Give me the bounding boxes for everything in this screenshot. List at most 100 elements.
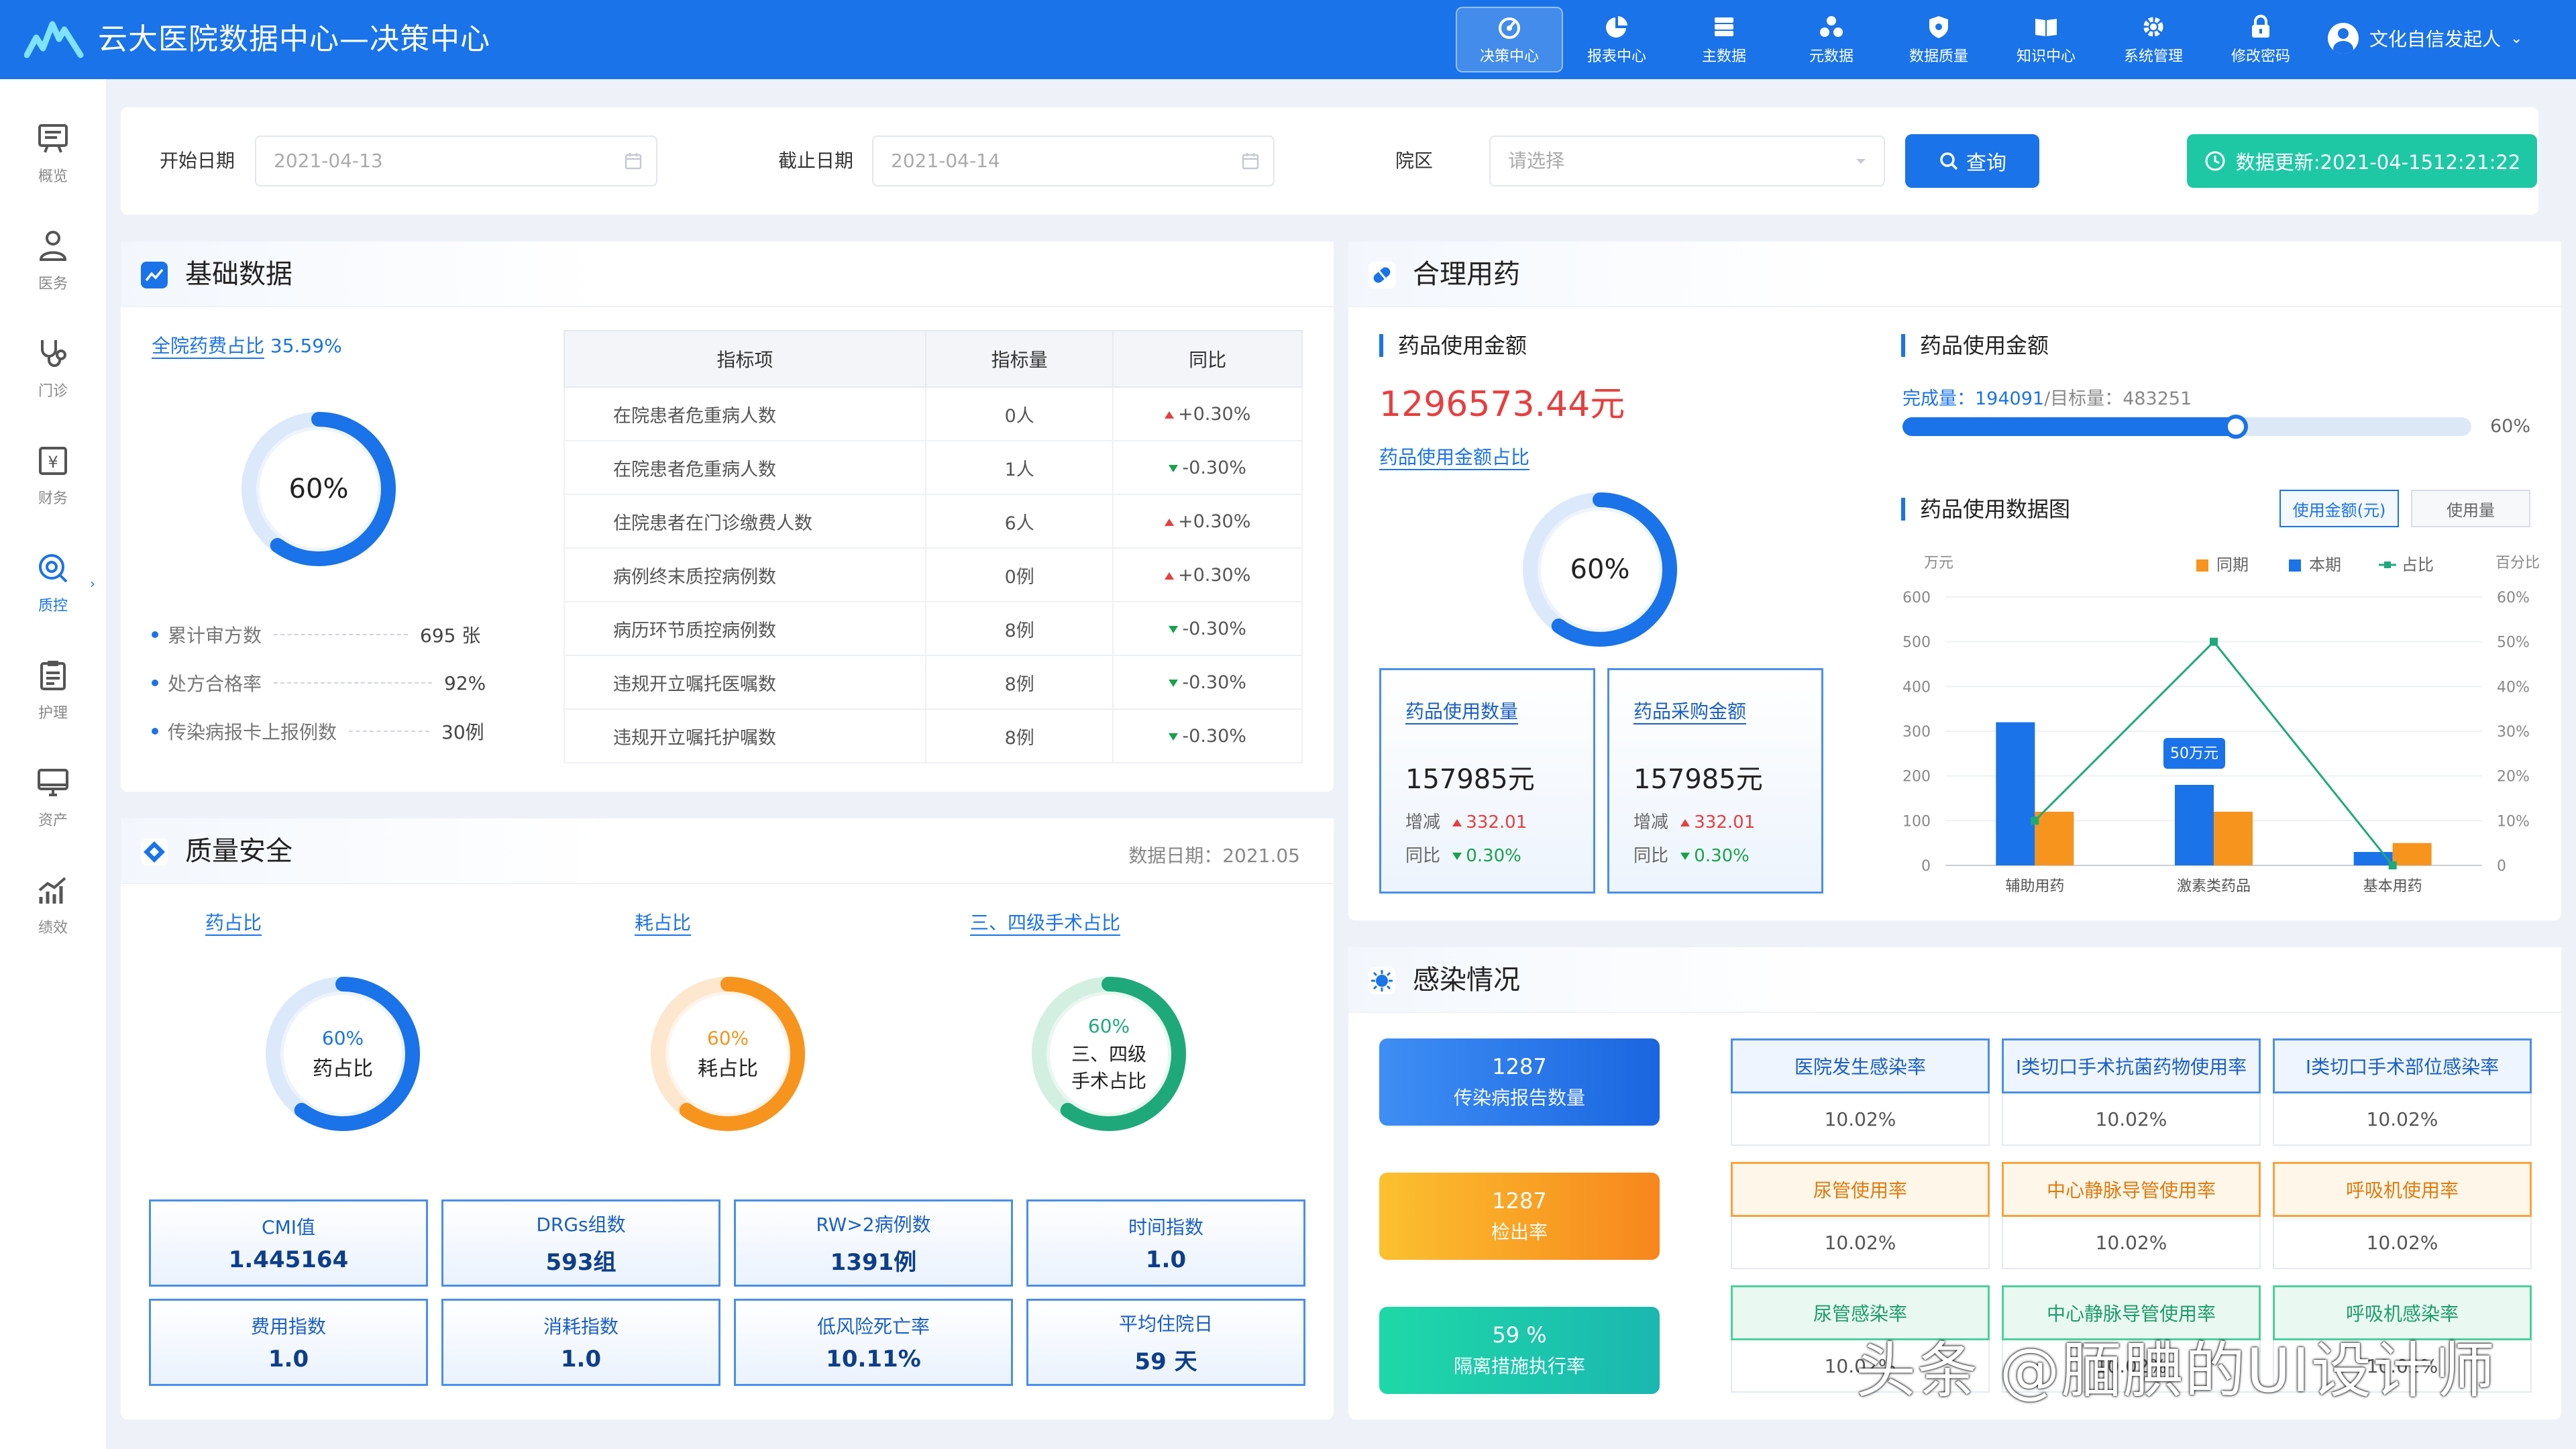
shield-icon	[1929, 16, 1948, 38]
donut-label: 三、四级	[1071, 1042, 1146, 1065]
query-button[interactable]: 查询	[1905, 134, 2039, 188]
bar-本期	[1996, 722, 2035, 865]
sidebar-item-label: 财务	[38, 490, 68, 507]
consumable-ratio-link[interactable]: 耗占比	[635, 908, 691, 935]
end-date-input[interactable]: 2021-04-14	[872, 136, 1275, 186]
metric-label: 低风险死亡率	[816, 1316, 930, 1338]
drug-amount-title: 药品使用金额	[1379, 334, 1527, 357]
indicator-yoy: -0.30%	[1112, 655, 1303, 710]
card-increase: 增减 332.01	[1405, 808, 1527, 833]
indicator-name: 住院患者在门诊缴费人数	[564, 494, 926, 549]
panel-header: 感染情况	[1348, 947, 2561, 1013]
y2-tick-label: 40%	[2497, 679, 2530, 696]
doctor-icon	[39, 231, 67, 261]
sidebar-item-quality-control[interactable]: 质控 ›	[0, 542, 106, 623]
metric-card: 消耗指数 1.0	[441, 1299, 720, 1386]
nav-metadata[interactable]: 元数据	[1778, 7, 1885, 72]
nav-knowledge-center[interactable]: 知识中心	[1992, 7, 2100, 72]
detection-rate-card: 1287 检出率	[1379, 1173, 1660, 1260]
y2-axis-label: 百分比	[2496, 555, 2540, 572]
svg-text:¥: ¥	[48, 453, 58, 472]
drug-amount-ratio-link[interactable]: 药品使用金额占比	[1379, 443, 1529, 470]
app-title: 云大医院数据中心—决策中心	[98, 22, 490, 56]
nav-decision-center[interactable]: 决策中心	[1456, 7, 1563, 72]
nav-report-center[interactable]: 报表中心	[1563, 7, 1670, 72]
x-tick-label: 辅助用药	[2005, 878, 2064, 895]
start-date-input[interactable]: 2021-04-13	[255, 136, 657, 186]
drug-quantity-card: 药品使用数量 157985元 增减 332.01 同比 0.30%	[1379, 668, 1595, 894]
drug-cost-ratio[interactable]: 全院药费占比 35.59%	[152, 331, 342, 358]
legend-swatch	[2289, 559, 2301, 572]
table-row: 违规开立嘱托护嘱数 8例 -0.30%	[564, 708, 1303, 763]
sidebar-item-overview[interactable]: 概览	[0, 113, 106, 193]
nav-system-management[interactable]: 系统管理	[2100, 7, 2207, 72]
column-header: 指标项	[564, 330, 926, 388]
progress-knob[interactable]	[2223, 415, 2248, 439]
nav-change-password[interactable]: 修改密码	[2207, 7, 2314, 72]
y2-tick-label: 50%	[2497, 635, 2530, 651]
indicator-value: 8例	[924, 601, 1114, 656]
nav-data-quality[interactable]: 数据质量	[1885, 7, 1992, 72]
nav-master-data[interactable]: 主数据	[1670, 7, 1778, 72]
sidebar-item-nursing[interactable]: 护理	[0, 649, 106, 730]
legend-label: 累计审方数	[168, 625, 262, 647]
top-nav: 决策中心 报表中心 主数据 元数据 数据质量 知识中心 系统管理 修改密码	[1456, 7, 2314, 72]
sidebar-item-finance[interactable]: ¥ 财务	[0, 435, 106, 515]
drug-ratio-donut: 60% 药占比	[259, 970, 427, 1138]
yoy-value: +0.30%	[1177, 564, 1251, 586]
drug-ratio-link[interactable]: 药占比	[205, 908, 262, 935]
metric-card: CMI值 1.445164	[149, 1199, 428, 1287]
line-point	[2210, 637, 2218, 646]
sidebar-item-label: 门诊	[38, 383, 68, 400]
top-bar: 云大医院数据中心—决策中心 决策中心 报表中心 主数据 元数据 数据质量 知识中…	[0, 0, 2576, 79]
infection-metric-value: 10.02%	[1731, 1093, 1990, 1146]
sidebar-item-medical[interactable]: 医务	[0, 220, 106, 301]
table-row: 违规开立嘱托医嘱数 8例 -0.30%	[564, 655, 1303, 710]
donut-label: 耗占比	[698, 1057, 758, 1081]
y-tick-label: 300	[1902, 724, 1931, 741]
stat-value: 1287	[1492, 1054, 1547, 1079]
x-tick-label: 激素类药品	[2177, 878, 2251, 895]
infection-metric-value: 10.02%	[2273, 1093, 2532, 1146]
card-title[interactable]: 药品使用数量	[1405, 697, 1518, 724]
campus-select[interactable]: 请选择	[1489, 136, 1885, 186]
panel-header: 基础数据	[121, 241, 1334, 307]
y2-tick-label: 30%	[2497, 724, 2530, 741]
sidebar-item-assets[interactable]: 资产	[0, 757, 106, 837]
donut-value: 60%	[321, 1026, 364, 1049]
nav-label: 决策中心	[1479, 48, 1539, 65]
campus-label: 院区	[1395, 150, 1434, 172]
indicator-value: 8例	[924, 655, 1114, 710]
drug-ratio-value: 35.59%	[270, 335, 342, 357]
metric-value: 10.11%	[826, 1346, 921, 1373]
user-menu[interactable]: 文化自信发起人 ⌄	[2328, 23, 2522, 54]
infection-metric: 呼吸机使用率 10.02%	[2273, 1162, 2532, 1269]
donut-value: 60%	[706, 1026, 749, 1049]
metric-card: RW>2病例数 1391例	[734, 1199, 1013, 1287]
surgery-ratio-link[interactable]: 三、四级手术占比	[970, 908, 1120, 935]
usage-quantity-tab[interactable]: 使用量	[2411, 490, 2530, 527]
donut-value: 60%	[1570, 554, 1630, 585]
virus-icon	[1368, 967, 1395, 994]
legend-label: 传染病报卡上报例数	[168, 721, 337, 743]
table-row: 病例终末质控病例数 0例 +0.30%	[564, 547, 1303, 602]
drug-ratio-donut: 60%	[235, 405, 402, 573]
card-title[interactable]: 药品采购金额	[1633, 697, 1746, 724]
sidebar-item-outpatient[interactable]: 门诊	[0, 327, 106, 408]
sidebar-item-performance[interactable]: 绩效	[0, 864, 106, 945]
legend-swatch	[2196, 559, 2208, 572]
usage-amount-tab[interactable]: 使用金额(元)	[2279, 490, 2399, 527]
indicator-value: 6人	[924, 494, 1114, 549]
monitor-icon	[38, 769, 68, 796]
metric-card: DRGs组数 593组	[441, 1199, 720, 1287]
sidebar-item-label: 质控	[38, 598, 68, 614]
infection-metric-label: Ⅰ类切口手术部位感染率	[2273, 1038, 2532, 1093]
bar-同期	[2214, 812, 2253, 865]
indicator-value: 0人	[924, 386, 1114, 441]
nav-label: 报表中心	[1587, 48, 1646, 65]
metric-label: CMI值	[262, 1216, 315, 1238]
nav-label: 数据质量	[1909, 48, 1968, 65]
target-label: /目标量：	[2044, 388, 2123, 409]
table-row: 住院患者在门诊缴费人数 6人 +0.30%	[564, 494, 1303, 549]
bar-同期	[2035, 812, 2074, 865]
